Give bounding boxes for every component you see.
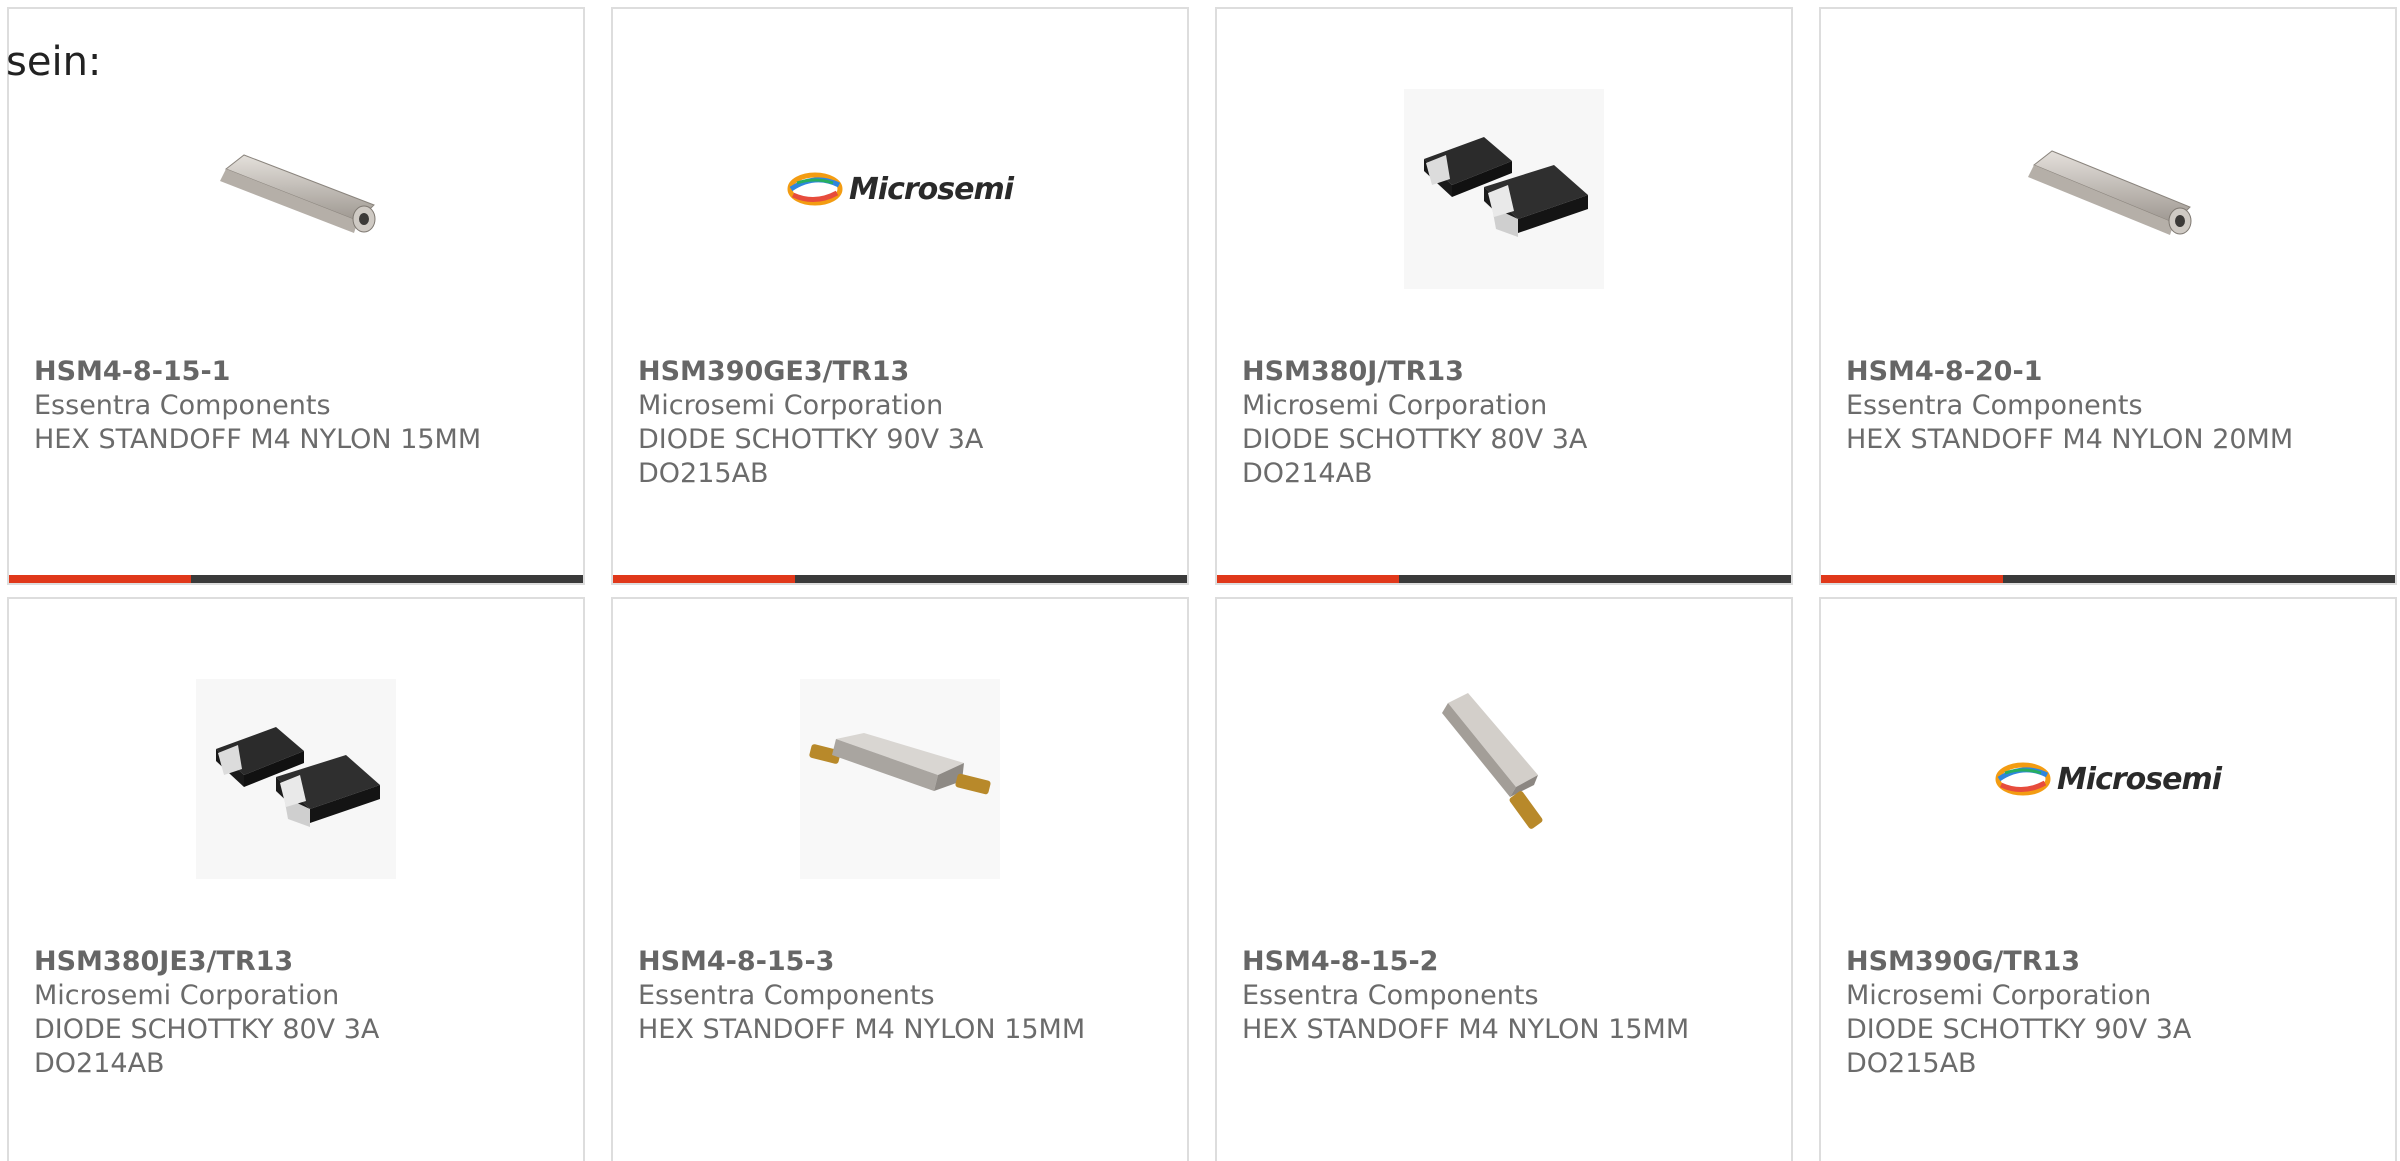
card-accent-bar [613,575,1187,583]
product-info: HSM390GE3/TR13 Microsemi Corporation DIO… [638,355,1167,491]
description: HEX STANDOFF M4 NYLON 20MM [1846,424,2294,455]
intro-text: sein: [6,39,102,85]
manufacturer: Microsemi Corporation [34,980,340,1011]
description: HEX STANDOFF M4 NYLON 15MM [1242,1014,1690,1045]
card-accent-bar [1217,575,1791,583]
part-number[interactable]: HSM4-8-15-1 [34,355,563,389]
product-image[interactable] [613,669,1187,889]
product-image[interactable] [1217,669,1791,889]
manufacturer: Essentra Components [1846,390,2143,421]
product-grid-page: sein: HSM4-8-15-1 Essentra Components HE… [0,0,2400,1161]
hex-standoff-icon [2028,150,2192,235]
card-accent-bar [1821,575,2395,583]
product-image[interactable] [1217,79,1791,299]
package: DO215AB [1846,1048,1977,1079]
product-card[interactable]: HSM4-8-15-2 Essentra Components HEX STAN… [1215,597,1793,1161]
microsemi-swirl-icon [1995,762,2051,796]
package: DO214AB [1242,458,1373,489]
product-card[interactable]: HSM380J/TR13 Microsemi Corporation DIODE… [1215,7,1793,585]
description: HEX STANDOFF M4 NYLON 15MM [34,424,482,455]
product-info: HSM4-8-15-1 Essentra Components HEX STAN… [34,355,563,457]
product-card[interactable]: Microsemi HSM390GE3/TR13 Microsemi Corpo… [611,7,1189,585]
product-info: HSM380J/TR13 Microsemi Corporation DIODE… [1242,355,1771,491]
product-card[interactable]: Microsemi HSM390G/TR13 Microsemi Corpora… [1819,597,2397,1161]
description: DIODE SCHOTTKY 80V 3A [34,1014,380,1045]
microsemi-logo: Microsemi [1995,761,2222,797]
hex-standoff-icon [220,154,376,233]
product-info: HSM390G/TR13 Microsemi Corporation DIODE… [1846,945,2375,1081]
manufacturer: Essentra Components [1242,980,1539,1011]
package: DO215AB [638,458,769,489]
product-card[interactable]: HSM380JE3/TR13 Microsemi Corporation DIO… [7,597,585,1161]
product-image[interactable] [1821,79,2395,299]
part-number[interactable]: HSM390G/TR13 [1846,945,2375,979]
product-image[interactable] [9,79,583,299]
product-image[interactable]: Microsemi [1821,669,2395,889]
product-image[interactable] [9,669,583,889]
product-info: HSM380JE3/TR13 Microsemi Corporation DIO… [34,945,563,1081]
part-number[interactable]: HSM390GE3/TR13 [638,355,1167,389]
part-number[interactable]: HSM380J/TR13 [1242,355,1771,389]
manufacturer: Microsemi Corporation [638,390,944,421]
description: DIODE SCHOTTKY 90V 3A [1846,1014,2192,1045]
product-info: HSM4-8-15-2 Essentra Components HEX STAN… [1242,945,1771,1047]
microsemi-logo: Microsemi [787,171,1014,207]
manufacturer: Essentra Components [638,980,935,1011]
part-number[interactable]: HSM380JE3/TR13 [34,945,563,979]
description: HEX STANDOFF M4 NYLON 15MM [638,1014,1086,1045]
product-card[interactable]: HSM4-8-15-3 Essentra Components HEX STAN… [611,597,1189,1161]
product-card[interactable]: HSM4-8-20-1 Essentra Components HEX STAN… [1819,7,2397,585]
smd-diode-icon [196,679,396,879]
threaded-standoff-icon [800,679,1000,879]
description: DIODE SCHOTTKY 80V 3A [1242,424,1588,455]
male-female-standoff-icon [1442,693,1543,829]
smd-diode-icon [1404,89,1604,289]
product-image[interactable]: Microsemi [613,79,1187,299]
part-number[interactable]: HSM4-8-20-1 [1846,355,2375,389]
manufacturer: Microsemi Corporation [1846,980,2152,1011]
manufacturer: Essentra Components [34,390,331,421]
microsemi-swirl-icon [787,172,843,206]
microsemi-logo-text: Microsemi [848,171,1014,207]
package: DO214AB [34,1048,165,1079]
manufacturer: Microsemi Corporation [1242,390,1548,421]
product-info: HSM4-8-15-3 Essentra Components HEX STAN… [638,945,1167,1047]
product-info: HSM4-8-20-1 Essentra Components HEX STAN… [1846,355,2375,457]
part-number[interactable]: HSM4-8-15-2 [1242,945,1771,979]
description: DIODE SCHOTTKY 90V 3A [638,424,984,455]
product-card[interactable]: HSM4-8-15-1 Essentra Components HEX STAN… [7,7,585,585]
microsemi-logo-text: Microsemi [2056,761,2222,797]
card-accent-bar [9,575,583,583]
part-number[interactable]: HSM4-8-15-3 [638,945,1167,979]
